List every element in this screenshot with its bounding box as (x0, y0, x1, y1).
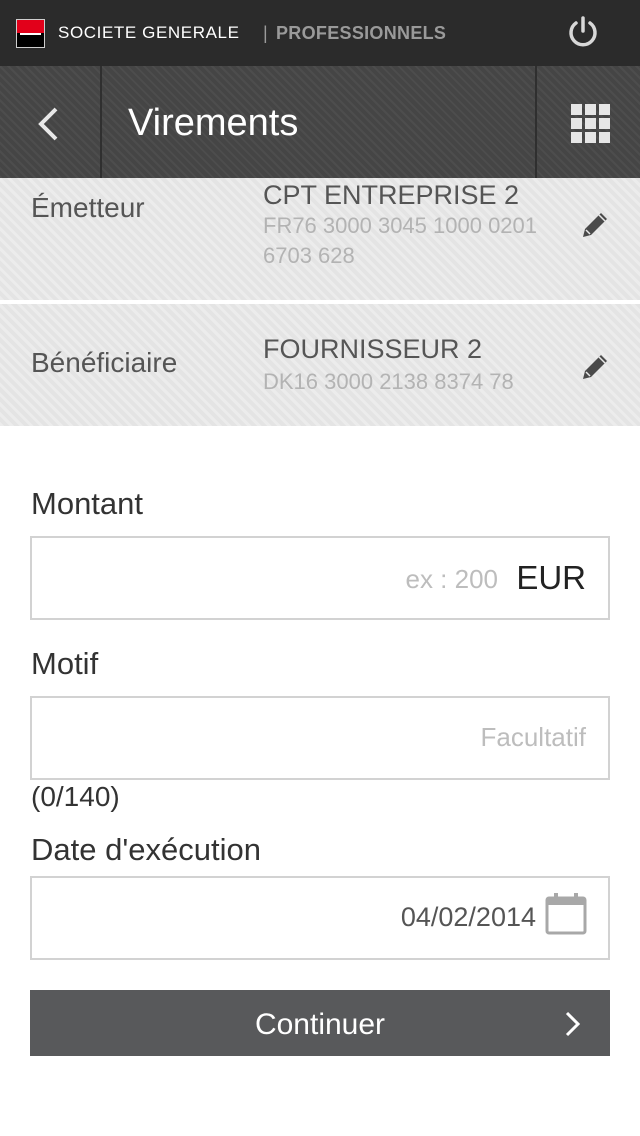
chevron-left-icon (38, 107, 58, 141)
pencil-icon[interactable] (578, 208, 612, 242)
motif-char-counter: (0/140) (31, 781, 120, 812)
beneficiaire-panel[interactable]: Bénéficiaire FOURNISSEUR 2 DK16 3000 213… (0, 304, 640, 426)
brand-separator: | (263, 23, 268, 43)
date-value: 04/02/2014 (400, 902, 536, 932)
back-button[interactable] (0, 66, 102, 178)
societe-generale-logo (16, 19, 45, 48)
continuer-label: Continuer (254, 1008, 386, 1041)
emetteur-iban-line2: 6703 628 (263, 243, 355, 268)
brand-segment: PROFESSIONNELS (276, 23, 447, 43)
chevron-right-icon (565, 1011, 581, 1037)
page-title: Virements (128, 102, 299, 144)
currency-label: EUR (516, 559, 586, 596)
power-icon[interactable] (566, 14, 600, 50)
emetteur-iban-line1: FR76 3000 3045 1000 0201 (263, 213, 538, 238)
montant-placeholder: ex : 200 (405, 564, 498, 594)
brand-bar: SOCIETE GENERALE | PROFESSIONNELS (0, 0, 640, 66)
date-input[interactable]: 04/02/2014 (30, 876, 610, 960)
date-label: Date d'exécution (31, 832, 261, 867)
emetteur-label: Émetteur (31, 192, 145, 223)
motif-input[interactable]: Facultatif (30, 696, 610, 780)
emetteur-panel[interactable]: Émetteur CPT ENTREPRISE 2 FR76 3000 3045… (0, 178, 640, 300)
grid-menu-icon (571, 104, 611, 144)
emetteur-account-name: CPT ENTREPRISE 2 (263, 180, 520, 210)
pencil-icon[interactable] (578, 350, 612, 384)
beneficiaire-account-name: FOURNISSEUR 2 (263, 334, 483, 364)
motif-label: Motif (31, 646, 99, 681)
nav-bar: Virements (0, 66, 640, 178)
brand-name: SOCIETE GENERALE (58, 23, 240, 42)
beneficiaire-iban: DK16 3000 2138 8374 78 (263, 369, 514, 394)
motif-placeholder: Facultatif (480, 722, 587, 752)
montant-label: Montant (31, 486, 144, 521)
emetteur-iban: FR76 3000 3045 1000 0201 6703 628 (263, 211, 573, 271)
menu-button[interactable] (535, 66, 640, 178)
beneficiaire-label: Bénéficiaire (31, 347, 178, 378)
continuer-button[interactable]: Continuer (30, 990, 610, 1056)
calendar-icon[interactable] (544, 892, 588, 936)
montant-input[interactable]: ex : 200 EUR (30, 536, 610, 620)
